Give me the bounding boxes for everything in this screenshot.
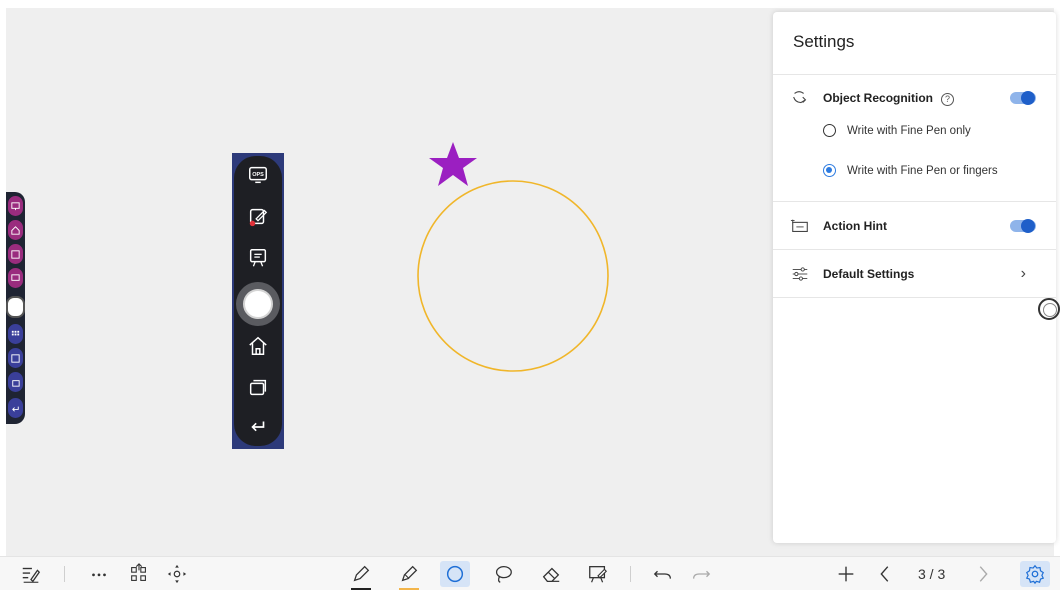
radio-fine-pen-only-label: Write with Fine Pen only [847,124,971,137]
ops-icon[interactable]: OPS [247,164,269,186]
windows-icon[interactable] [8,372,23,392]
settings-gear-icon[interactable] [1020,561,1050,587]
menu-circle-button[interactable] [6,296,25,318]
add-page-icon[interactable] [833,561,859,587]
action-hint-toggle[interactable] [1010,219,1036,233]
divider [773,74,1056,75]
home-button-circle[interactable] [236,282,280,326]
radio-unselected[interactable] [823,124,836,137]
back-icon[interactable] [247,416,269,438]
annotate-icon[interactable] [247,206,269,228]
back-icon[interactable] [8,398,23,418]
radio-fine-pen-or-fingers-label: Write with Fine Pen or fingers [847,164,998,177]
radio-selected[interactable] [823,164,836,177]
shape-recognition-icon [789,87,811,109]
whiteboard-insert-icon[interactable] [585,561,611,587]
more-icon[interactable] [86,561,112,587]
next-page-icon[interactable] [970,561,996,587]
highlighter-tool[interactable] [396,561,422,590]
move-canvas-icon[interactable] [164,561,190,587]
qr-share-icon[interactable] [126,561,152,587]
previous-page-icon[interactable] [872,561,898,587]
ops-label: OPS [252,172,264,178]
settings-panel: Settings Object Recognition? Write with … [773,12,1056,543]
help-icon[interactable]: ? [941,92,955,106]
input-source-icon[interactable] [8,348,23,368]
chevron-right-icon: › [1020,265,1026,282]
default-settings-row[interactable]: Default Settings › [773,256,1056,292]
apps-grid-icon[interactable] [8,324,23,344]
home-icon[interactable] [247,335,269,357]
action-hint-icon [789,215,811,237]
whiteboard-icon[interactable] [8,268,23,288]
windows-icon[interactable] [247,376,269,398]
default-settings-label: Default Settings [823,267,915,281]
settings-title: Settings [793,32,855,51]
object-recognition-label: Object Recognition? [823,91,955,106]
screen-cast-icon[interactable] [8,196,23,216]
radio-fine-pen-only[interactable]: Write with Fine Pen only [823,124,971,137]
redo-icon[interactable] [688,561,714,587]
circle-tool[interactable] [440,561,470,587]
divider [773,249,1056,250]
separator [630,566,631,582]
undo-icon[interactable] [650,561,676,587]
page-indicator: 3 / 3 [918,566,946,582]
page-menu-icon[interactable] [18,561,44,587]
whiteboard-screen: OPS Settings Object Recognition ? Write … [0,0,1060,590]
divider [773,201,1056,202]
eraser-icon[interactable] [538,561,564,587]
separator [64,566,65,582]
lasso-icon[interactable] [490,561,516,587]
object-recognition-toggle[interactable] [1010,91,1036,105]
sliders-icon [789,263,811,285]
floating-toolbar: OPS [234,156,282,446]
panel-drag-handle[interactable] [1038,298,1060,320]
annotate-icon[interactable] [8,244,23,264]
home-icon[interactable] [8,220,23,240]
pen-tool[interactable] [348,561,374,590]
radio-fine-pen-or-fingers[interactable]: Write with Fine Pen or fingers [823,164,998,177]
object-recognition-row: Object Recognition? [773,78,1056,118]
bottom-toolbar: 3 / 3 [0,556,1060,590]
whiteboard-icon[interactable] [247,247,269,269]
edge-toolbar [6,192,25,424]
floating-toolbar-frame: OPS [232,153,284,449]
divider [773,297,1056,298]
action-hint-label: Action Hint [823,219,887,233]
action-hint-row: Action Hint [773,208,1056,244]
